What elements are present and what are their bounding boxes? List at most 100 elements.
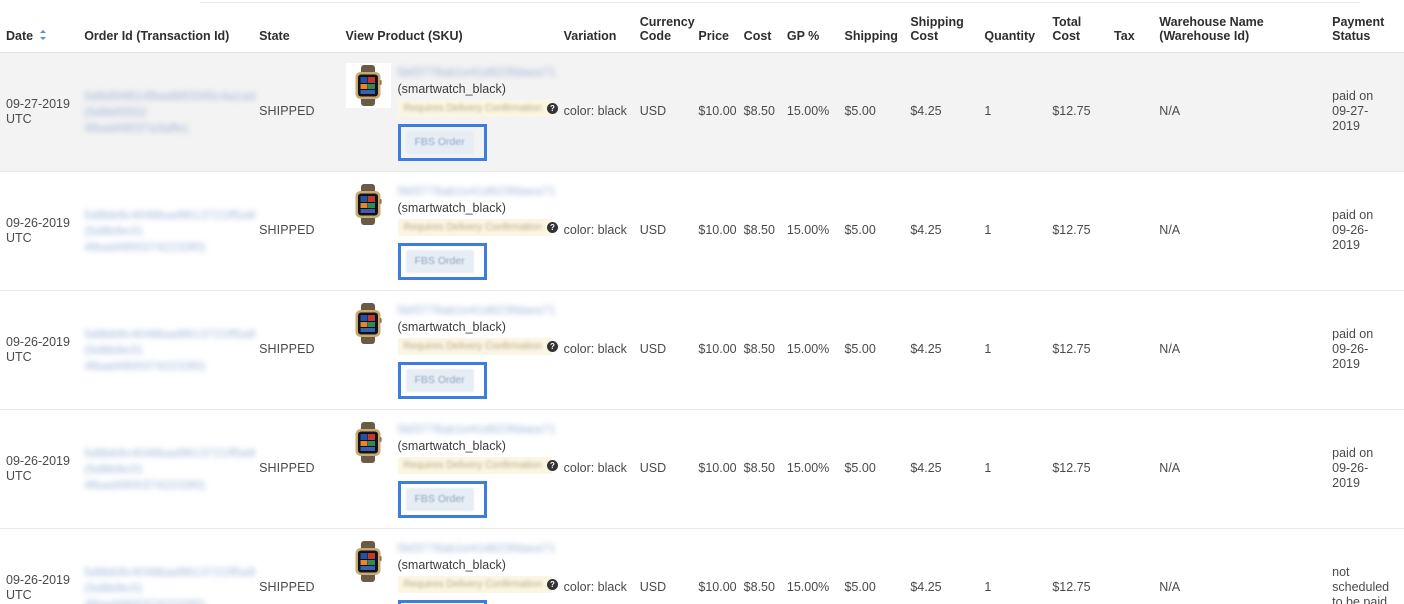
cell-ship-to[interactable]: view <box>1400 290 1404 410</box>
cell-cost: $8.50 <box>737 290 781 410</box>
help-icon[interactable]: ? <box>546 459 558 471</box>
cell-payment-status[interactable]: paid on 09-26-2019 <box>1326 290 1401 410</box>
column-header-tax: Tax <box>1108 0 1154 53</box>
order-id-link[interactable]: 5d8bb9c4048bad9613721ff5a9 <box>84 564 255 580</box>
product-name: (smartwatch_black) <box>397 557 506 572</box>
column-header-date[interactable]: Date <box>0 0 79 53</box>
column-header-label: Quantity <box>984 28 1036 43</box>
cell-warehouse-name: N/A <box>1153 528 1327 604</box>
cell-price: $10.00 <box>692 528 738 604</box>
cell-ship-to[interactable]: view <box>1400 171 1404 291</box>
product-thumbnail[interactable] <box>345 300 391 346</box>
cell-currency-code: USD <box>633 171 693 291</box>
cell-date: 09-26-2019 UTC <box>0 171 79 291</box>
cell-ship-to[interactable]: view <box>1400 409 1404 529</box>
cell-shipping-cost: $4.25 <box>904 52 979 172</box>
cell-payment-status[interactable]: paid on 09-27-2019 <box>1326 52 1401 172</box>
cell-shipping: $5.00 <box>838 52 905 172</box>
product-sku-link[interactable]: 5bf3776ab1e41d623fdaea71 <box>398 183 556 199</box>
column-header-product: View Product (SKU) <box>339 0 558 53</box>
transaction-id-link[interactable]: (5d8b9e31 4fbad49003742233f0) <box>84 461 247 493</box>
cell-warehouse-name: N/A <box>1153 171 1327 291</box>
cell-payment-status[interactable]: not scheduled to be paid <box>1326 528 1401 604</box>
column-header-label: Warehouse Name (Warehouse Id) <box>1159 14 1264 43</box>
column-header-label: Shipping Cost <box>910 14 964 43</box>
cell-currency-code: USD <box>633 290 693 410</box>
cell-payment-status[interactable]: paid on 09-26-2019 <box>1326 171 1401 291</box>
table-body: 09-27-2019 UTC 5d8d5f4614fbad893345c4a1ad… <box>0 52 1404 604</box>
help-icon[interactable]: ? <box>546 102 558 114</box>
product-thumbnail[interactable] <box>345 181 391 227</box>
help-icon[interactable]: ? <box>546 340 558 352</box>
cell-ship-to[interactable]: view <box>1400 52 1404 172</box>
cell-order-id[interactable]: 5d8d5f4614fbad893345c4a1ad (5d8bf0552 4fb… <box>78 52 255 172</box>
cell-warehouse-name: N/A <box>1153 52 1327 172</box>
order-id-link[interactable]: 5d8bb9c4048bad9613721ff5a9 <box>84 207 255 223</box>
column-header-label: Payment Status <box>1332 14 1385 43</box>
cell-variation: color: black <box>557 528 634 604</box>
product-thumbnail[interactable] <box>345 419 391 465</box>
cell-state: SHIPPED <box>253 409 340 529</box>
product-thumbnail[interactable] <box>345 538 391 584</box>
cell-shipping-cost: $4.25 <box>904 171 979 291</box>
fbs-order-button[interactable]: FBS Order <box>405 130 474 154</box>
product-sku-link[interactable]: 5bf3776ab1e41d623fdaea71 <box>398 421 556 437</box>
badge-label: Requires Delivery Confirmation <box>403 221 542 233</box>
table-row[interactable]: 09-26-2019 UTC 5d8bb9c4048bad9613721ff5a9… <box>0 409 1404 529</box>
cell-shipping: $5.00 <box>838 290 905 410</box>
transaction-id-link[interactable]: (5d8b9e31 4fbad49003742233f0) <box>84 342 247 374</box>
column-header-label: View Product (SKU) <box>345 28 463 43</box>
cell-order-id[interactable]: 5d8bb9c4048bad9613721ff5a9 (5d8b9e31 4fba… <box>78 290 255 410</box>
cell-cost: $8.50 <box>737 409 781 529</box>
requires-delivery-confirmation-badge: Requires Delivery Confirmation? <box>397 575 558 593</box>
help-icon[interactable]: ? <box>546 221 558 233</box>
column-header-gp: GP % <box>780 0 839 53</box>
transaction-id-link[interactable]: (5d8b9e31 4fbad49003742233f0) <box>84 580 247 604</box>
smartwatch-thumbnail-icon <box>345 181 391 227</box>
help-icon[interactable]: ? <box>546 578 558 590</box>
table-row[interactable]: 09-26-2019 UTC 5d8bb9c4048bad9613721ff5a9… <box>0 171 1404 291</box>
orders-table: Date Order Id (Transaction Id) State View P… <box>0 0 1404 604</box>
cell-order-id[interactable]: 5d8bb9c4048bad9613721ff5a9 (5d8b9e31 4fba… <box>78 409 255 529</box>
product-name: (smartwatch_black) <box>397 81 506 96</box>
table-row[interactable]: 09-27-2019 UTC 5d8d5f4614fbad893345c4a1ad… <box>0 52 1404 172</box>
payment-status-line-2: to be paid <box>1332 595 1388 604</box>
column-header-warehouse: Warehouse Name (Warehouse Id) <box>1153 0 1327 53</box>
badge-label: Requires Delivery Confirmation <box>403 578 542 590</box>
order-id-link[interactable]: 5d8d5f4614fbad893345c4a1ad <box>84 88 255 104</box>
smartwatch-thumbnail-icon <box>345 538 391 584</box>
requires-delivery-confirmation-badge: Requires Delivery Confirmation? <box>397 337 558 355</box>
transaction-id-link[interactable]: (5d8b9e31 4fbad49003742233f0) <box>84 223 247 255</box>
cell-quantity: 1 <box>978 409 1047 529</box>
product-thumbnail[interactable] <box>345 62 391 108</box>
order-id-link[interactable]: 5d8bb9c4048bad9613721ff5a9 <box>84 445 255 461</box>
product-sku-link[interactable]: 5bf3776ab1e41d623fdaea71 <box>398 540 556 556</box>
product-sku-link[interactable]: 5bf3776ab1e41d623fdaea71 <box>398 302 556 318</box>
table-row[interactable]: 09-26-2019 UTC 5d8bb9c4048bad9613721ff5a9… <box>0 290 1404 410</box>
cell-order-id[interactable]: 5d8bb9c4048bad9613721ff5a9 (5d8b9e31 4fba… <box>78 171 255 291</box>
payment-status-line-1: paid on <box>1332 89 1374 103</box>
fbs-order-button[interactable]: FBS Order <box>405 487 474 511</box>
cell-payment-status[interactable]: paid on 09-26-2019 <box>1326 409 1401 529</box>
column-header-total_cost: Total Cost <box>1046 0 1109 53</box>
payment-status-line-1: paid on <box>1332 446 1374 460</box>
sort-icon[interactable] <box>39 30 47 41</box>
cell-quantity: 1 <box>978 528 1047 604</box>
order-id-link[interactable]: 5d8bb9c4048bad9613721ff5a9 <box>84 326 255 342</box>
product-name: (smartwatch_black) <box>397 438 506 453</box>
table-row[interactable]: 09-26-2019 UTC 5d8bb9c4048bad9613721ff5a9… <box>0 528 1404 604</box>
cell-ship-to[interactable]: view <box>1400 528 1404 604</box>
fbs-order-highlight-box: FBS Order <box>397 361 487 399</box>
fbs-order-button[interactable]: FBS Order <box>405 249 474 273</box>
column-header-shipping: Shipping <box>838 0 905 53</box>
cell-total-cost: $12.75 <box>1046 52 1109 172</box>
cell-price: $10.00 <box>692 290 738 410</box>
fbs-order-button[interactable]: FBS Order <box>405 368 474 392</box>
cell-warehouse-name: N/A <box>1153 409 1327 529</box>
transaction-id-link[interactable]: (5d8bf0552 4fbad49037a3affe) <box>84 104 247 136</box>
cell-order-id[interactable]: 5d8bb9c4048bad9613721ff5a9 (5d8b9e31 4fba… <box>78 528 255 604</box>
product-sku-link[interactable]: 5bf3776ab1e41d623fdaea71 <box>398 64 556 80</box>
column-header-cost: Cost <box>737 0 781 53</box>
cell-gp-percent: 15.00% <box>780 290 839 410</box>
cell-currency-code: USD <box>633 528 693 604</box>
